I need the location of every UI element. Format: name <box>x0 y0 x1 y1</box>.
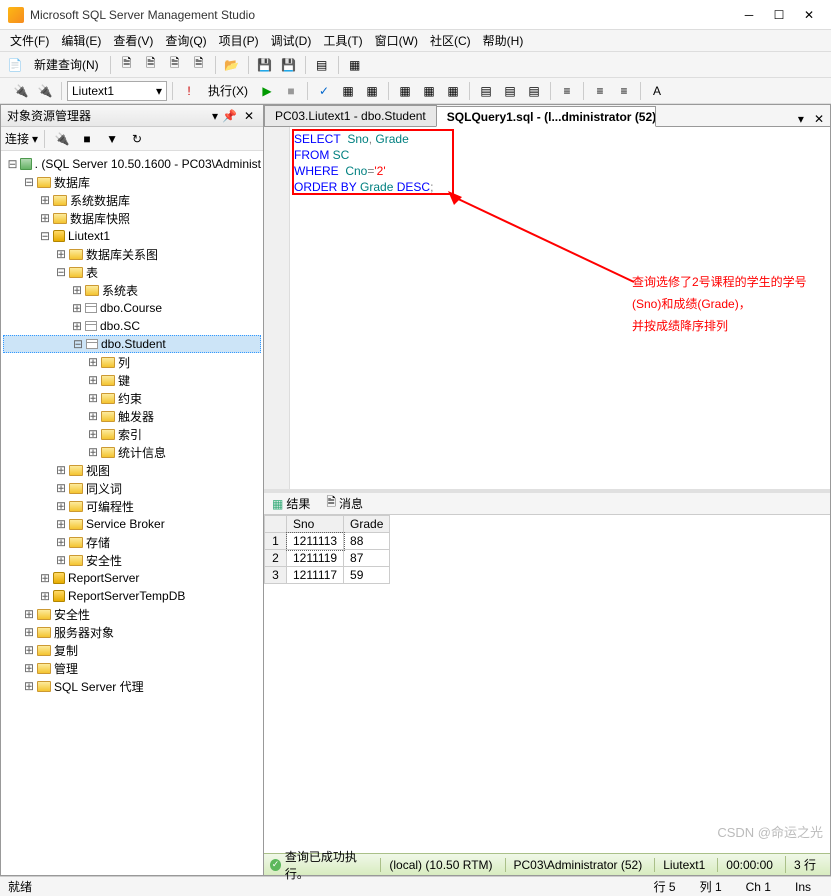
save-icon[interactable]: 💾 <box>254 54 276 76</box>
status-line: 行 5 <box>642 878 688 895</box>
database-icon <box>53 230 65 242</box>
results-pane: ▦结果 🗎消息 SnoGrade 1121111388 2121111987 3… <box>264 489 830 875</box>
messages-tab[interactable]: 🗎消息 <box>322 492 367 515</box>
results-tab[interactable]: ▦结果 <box>268 494 314 513</box>
tb-btn-3[interactable]: 🗎 <box>164 54 186 76</box>
tb-btn-1[interactable]: 🗎 <box>116 54 138 76</box>
menu-file[interactable]: 文件(F) <box>4 30 55 51</box>
plan-icon[interactable]: ▦ <box>337 80 359 102</box>
tb-btn-2[interactable]: 🗎 <box>140 54 162 76</box>
tb-btn-4[interactable]: 🗎 <box>188 54 210 76</box>
menu-query[interactable]: 查询(Q) <box>159 30 212 51</box>
title-bar: Microsoft SQL Server Management Studio ─… <box>0 0 831 30</box>
table-row: 2121111987 <box>265 550 390 567</box>
annotation-text: 查询选修了2号课程的学生的学号(Sno)和成绩(Grade)， 并按成绩降序排列 <box>632 271 830 337</box>
r6-icon[interactable]: ▤ <box>523 80 545 102</box>
aa-icon[interactable]: A <box>646 80 668 102</box>
comment-icon[interactable]: ≡ <box>556 80 578 102</box>
menu-view[interactable]: 查看(V) <box>107 30 159 51</box>
results-grid[interactable]: SnoGrade 1121111388 2121111987 312111175… <box>264 515 830 853</box>
tab-list-icon[interactable]: ▾ <box>794 112 808 126</box>
minimize-button[interactable]: ─ <box>735 4 763 26</box>
menu-edit[interactable]: 编辑(E) <box>55 30 107 51</box>
database-dropdown[interactable]: Liutext1▾ <box>67 81 167 101</box>
panel-dropdown-icon[interactable]: ▾ <box>212 109 218 123</box>
tab-student[interactable]: PC03.Liutext1 - dbo.Student <box>264 105 437 126</box>
status-ins: Ins <box>783 880 823 894</box>
r2-icon[interactable]: ▦ <box>418 80 440 102</box>
activity-icon[interactable]: ▦ <box>344 54 366 76</box>
r5-icon[interactable]: ▤ <box>499 80 521 102</box>
tab-close-icon[interactable]: ✕ <box>808 112 830 126</box>
toolbar-query: 🔌 🔌 Liutext1▾ ! 执行(X) ▶ ■ ✓ ▦ ▦ ▦ ▦ ▦ ▤ … <box>0 78 831 104</box>
opts-icon[interactable]: ▦ <box>361 80 383 102</box>
open-icon[interactable]: 📂 <box>221 54 243 76</box>
execute-icon[interactable]: ! <box>178 80 200 102</box>
execute-button[interactable]: 执行(X) <box>202 80 254 101</box>
menu-community[interactable]: 社区(C) <box>424 30 477 51</box>
document-tabs: PC03.Liutext1 - dbo.Student SQLQuery1.sq… <box>264 105 830 127</box>
r4-icon[interactable]: ▤ <box>475 80 497 102</box>
menu-help[interactable]: 帮助(H) <box>477 30 530 51</box>
r1-icon[interactable]: ▦ <box>394 80 416 102</box>
sql-editor[interactable]: SELECT Sno, Grade FROM SC WHERE Cno='2' … <box>264 127 830 489</box>
conn-btn3[interactable]: ▼ <box>101 128 123 150</box>
status-ch: Ch 1 <box>734 880 783 894</box>
close-button[interactable]: ✕ <box>795 4 823 26</box>
indent-icon[interactable]: ≡ <box>589 80 611 102</box>
menu-tools[interactable]: 工具(T) <box>317 30 368 51</box>
panel-pin-icon[interactable]: 📌 <box>222 109 237 123</box>
server-icon <box>20 158 31 170</box>
table-row: 3121111759 <box>265 567 390 584</box>
object-tree[interactable]: ⊟. (SQL Server 10.50.1600 - PC03\Adminis… <box>1 151 263 875</box>
list-icon[interactable]: ▤ <box>311 54 333 76</box>
table-row: 1121111388 <box>265 533 390 550</box>
status-ready: 就绪 <box>8 878 32 895</box>
menu-project[interactable]: 项目(P) <box>213 30 265 51</box>
document-area: PC03.Liutext1 - dbo.Student SQLQuery1.sq… <box>264 104 831 876</box>
conn-btn1[interactable]: 🔌 <box>51 128 73 150</box>
outdent-icon[interactable]: ≡ <box>613 80 635 102</box>
folder-icon <box>37 177 51 188</box>
app-icon <box>8 7 24 23</box>
arrow-icon <box>444 187 644 297</box>
r3-icon[interactable]: ▦ <box>442 80 464 102</box>
toolbar-main: 📄 新建查询(N) 🗎 🗎 🗎 🗎 📂 💾 💾 ▤ ▦ <box>0 52 831 78</box>
tab-sqlquery[interactable]: SQLQuery1.sql - (l...dministrator (52))* <box>436 106 656 127</box>
maximize-button[interactable]: ☐ <box>765 4 793 26</box>
app-title: Microsoft SQL Server Management Studio <box>30 8 735 22</box>
connect-label[interactable]: 连接 <box>5 130 29 147</box>
object-explorer-title: 对象资源管理器 <box>7 107 91 124</box>
database-name: Liutext1 <box>72 84 114 98</box>
menu-window[interactable]: 窗口(W) <box>369 30 424 51</box>
tree-node-student[interactable]: ⊟dbo.Student <box>3 335 261 353</box>
debug-icon[interactable]: ▶ <box>256 80 278 102</box>
save-all-icon[interactable]: 💾 <box>278 54 300 76</box>
query-status-bar: ✓ 查询已成功执行。 (local) (10.50 RTM) PC03\Admi… <box>264 853 830 875</box>
conn-btn4[interactable]: ↻ <box>126 128 148 150</box>
change-conn-icon[interactable]: 🔌 <box>34 80 56 102</box>
parse-icon[interactable]: ✓ <box>313 80 335 102</box>
status-bar: 就绪 行 5 列 1 Ch 1 Ins <box>0 876 831 896</box>
menu-debug[interactable]: 调试(D) <box>265 30 318 51</box>
status-col: 列 1 <box>688 878 734 895</box>
panel-close-icon[interactable]: ✕ <box>241 109 257 123</box>
stop-icon[interactable]: ■ <box>280 80 302 102</box>
new-query-icon[interactable]: 📄 <box>4 54 26 76</box>
connect-icon[interactable]: 🔌 <box>10 80 32 102</box>
new-query-button[interactable]: 新建查询(N) <box>28 54 105 75</box>
conn-btn2[interactable]: ■ <box>76 128 98 150</box>
menu-bar: 文件(F) 编辑(E) 查看(V) 查询(Q) 项目(P) 调试(D) 工具(T… <box>0 30 831 52</box>
table-icon <box>85 303 97 313</box>
object-explorer: 对象资源管理器 ▾ 📌 ✕ 连接▾ 🔌 ■ ▼ ↻ ⊟. (SQL Server… <box>0 104 264 876</box>
